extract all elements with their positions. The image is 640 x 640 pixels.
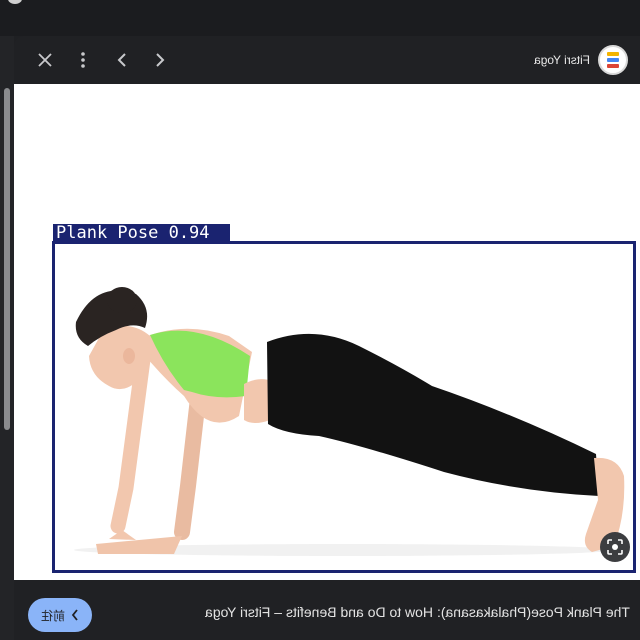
more-vert-icon <box>81 52 85 68</box>
close-icon <box>38 53 52 67</box>
site-logo-icon <box>598 45 628 75</box>
previous-image-button[interactable] <box>107 46 137 74</box>
visit-button[interactable]: 前往 <box>28 598 92 632</box>
detection-bounding-box <box>52 241 636 573</box>
image-viewer-panel: Fitsri Yoga Plank_Pose 0.94 前往 The Plank… <box>14 36 640 640</box>
source-site[interactable]: Fitsri Yoga <box>534 44 628 76</box>
chevron-left-icon <box>71 609 78 621</box>
visit-button-label: 前往 <box>40 608 65 623</box>
chevron-right-icon <box>156 53 165 67</box>
site-name[interactable]: Fitsri Yoga <box>534 53 590 67</box>
image-preview[interactable]: Plank_Pose 0.94 <box>14 84 640 580</box>
chevron-left-icon <box>117 53 126 67</box>
scrollbar-track[interactable] <box>0 36 14 640</box>
next-image-button[interactable] <box>145 46 175 74</box>
lens-search-button[interactable] <box>600 532 630 562</box>
app-dot <box>8 0 22 4</box>
lens-search-icon <box>607 539 623 555</box>
more-options-button[interactable] <box>68 46 98 74</box>
image-caption[interactable]: The Plank Pose(Phalakasana): How to Do a… <box>205 604 630 620</box>
close-button[interactable] <box>30 46 60 74</box>
bottom-bar: 前往 The Plank Pose(Phalakasana): How to D… <box>14 580 640 640</box>
top-strip <box>0 0 640 36</box>
viewer-toolbar: Fitsri Yoga <box>14 36 640 84</box>
scrollbar-thumb[interactable] <box>4 88 10 430</box>
